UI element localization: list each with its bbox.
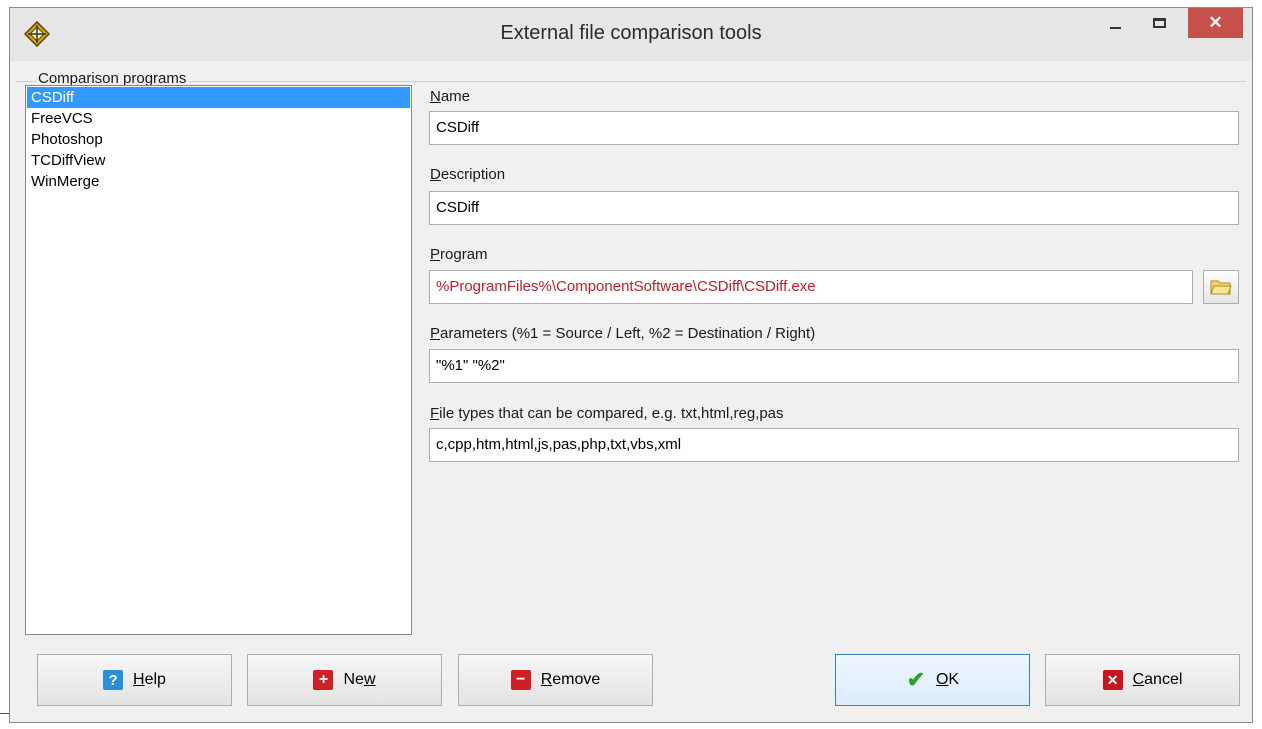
minus-icon: − xyxy=(510,670,531,690)
list-item-csdiff[interactable]: CSDiff xyxy=(27,87,410,108)
description-field[interactable]: CSDiff xyxy=(429,191,1239,225)
folder-icon xyxy=(1210,280,1232,295)
ok-button[interactable]: ✔ OK xyxy=(835,654,1030,706)
file-types-field[interactable]: c,cpp,htm,html,js,pas,php,txt,vbs,xml xyxy=(429,428,1239,462)
cancel-button[interactable]: ✕ Cancel xyxy=(1045,654,1240,706)
close-button[interactable]: ✕ xyxy=(1188,8,1243,38)
file-types-label: File types that can be compared, e.g. tx… xyxy=(430,405,784,422)
cancel-button-label: Cancel xyxy=(1132,671,1183,688)
new-button[interactable]: + New xyxy=(247,654,442,706)
name-field[interactable]: CSDiff xyxy=(429,111,1239,145)
edge-marker xyxy=(0,713,9,714)
parameters-field[interactable]: "%1" "%2" xyxy=(429,349,1239,383)
ok-button-label: OK xyxy=(935,671,960,688)
list-item-winmerge[interactable]: WinMerge xyxy=(27,171,410,192)
parameters-label: Parameters (%1 = Source / Left, %2 = Des… xyxy=(430,325,816,342)
remove-button-label: Remove xyxy=(540,671,601,688)
help-button-label: Help xyxy=(133,671,166,688)
list-item-freevcs[interactable]: FreeVCS xyxy=(27,108,410,129)
dialog-window: External file comparison tools ✕ Compari… xyxy=(9,7,1253,723)
group-frame-line xyxy=(16,81,1246,82)
remove-button[interactable]: − Remove xyxy=(458,654,653,706)
help-icon: ? xyxy=(103,670,124,690)
description-label: Description xyxy=(430,166,506,183)
plus-icon: + xyxy=(313,670,334,690)
name-label: Name xyxy=(430,88,471,105)
close-icon: ✕ xyxy=(1208,13,1223,32)
new-button-label: New xyxy=(343,671,376,688)
maximize-icon xyxy=(1152,18,1166,28)
list-item-tcdiffview[interactable]: TCDiffView xyxy=(27,150,410,171)
program-label: Program xyxy=(430,246,488,263)
window-title: External file comparison tools xyxy=(500,22,762,44)
list-item-photoshop[interactable]: Photoshop xyxy=(27,129,410,150)
browse-button[interactable] xyxy=(1203,270,1239,304)
checkmark-icon: ✔ xyxy=(906,667,926,692)
program-path-field[interactable]: %ProgramFiles%\ComponentSoftware\CSDiff\… xyxy=(429,270,1193,304)
comparison-programs-list[interactable]: CSDiff FreeVCS Photoshop TCDiffView WinM… xyxy=(25,85,412,635)
maximize-button[interactable] xyxy=(1140,8,1178,38)
minimize-icon xyxy=(1109,27,1121,29)
x-icon: ✕ xyxy=(1102,670,1123,690)
help-button[interactable]: ? Help xyxy=(37,654,232,706)
title-bar[interactable]: External file comparison tools ✕ xyxy=(10,8,1252,61)
minimize-button[interactable] xyxy=(1096,8,1134,38)
